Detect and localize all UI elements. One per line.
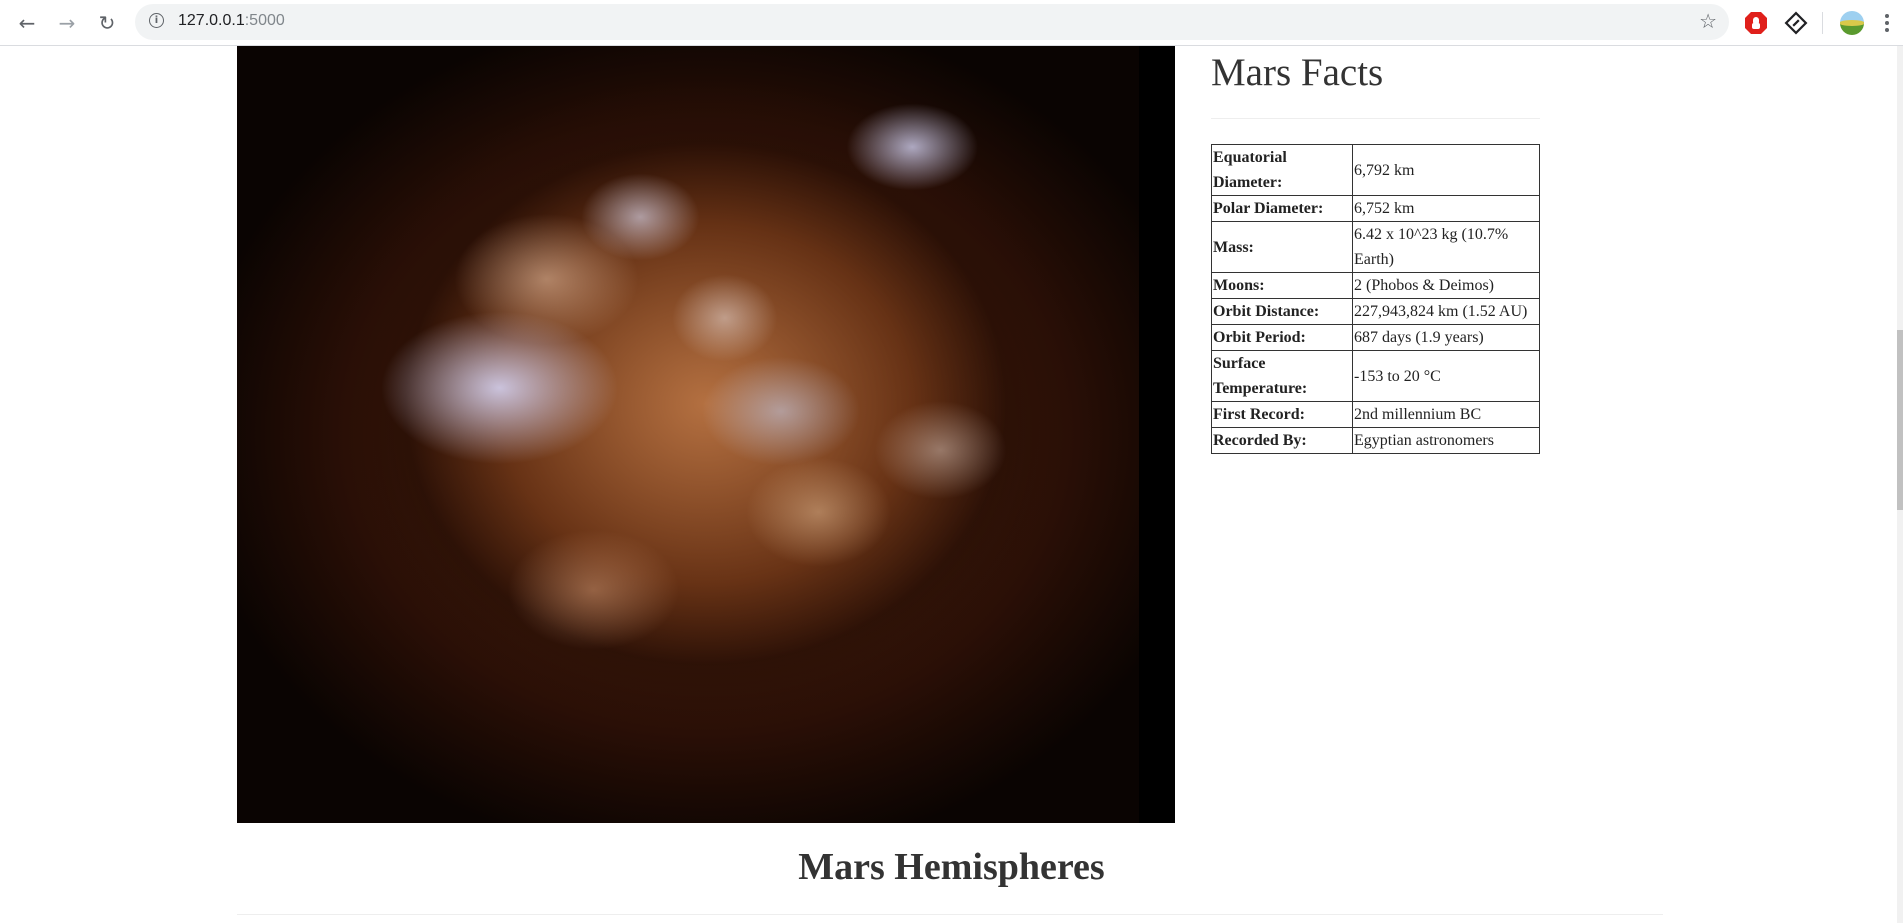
facts-row: Mass: 6.42 x 10^23 kg (10.7% Earth) xyxy=(1211,221,1540,273)
fact-value: 2 (Phobos & Deimos) xyxy=(1352,272,1540,299)
fact-label: Moons: xyxy=(1211,272,1353,299)
info-icon[interactable]: i xyxy=(149,13,164,28)
mars-hemispheres-title: Mars Hemispheres xyxy=(798,846,1105,888)
facts-row: Recorded By: Egyptian astronomers xyxy=(1211,427,1540,454)
fact-label: Polar Diameter: xyxy=(1211,195,1353,222)
facts-row: Surface Temperature: -153 to 20 °C xyxy=(1211,350,1540,402)
extension-stop-icon[interactable] xyxy=(1744,11,1768,35)
fact-label: First Record: xyxy=(1211,401,1353,428)
fact-label: Surface Temperature: xyxy=(1211,350,1353,402)
profile-avatar-icon[interactable] xyxy=(1839,10,1865,36)
url-host: 127.0.0.1 xyxy=(178,12,245,29)
address-bar[interactable]: i 127.0.0.1:5000 ☆ xyxy=(135,4,1729,40)
reload-icon[interactable]: ↻ xyxy=(93,9,121,37)
fact-value: 6,752 km xyxy=(1352,195,1540,222)
fact-value: -153 to 20 °C xyxy=(1352,350,1540,402)
extension-diamond-icon[interactable] xyxy=(1784,11,1808,35)
mars-facts-table: Equatorial Diameter: 6,792 km Polar Diamet… xyxy=(1211,144,1540,454)
browser-toolbar: ← → ↻ i 127.0.0.1:5000 ☆ xyxy=(0,0,1903,46)
url-port: :5000 xyxy=(244,12,285,29)
toolbar-separator xyxy=(1822,12,1823,34)
hemispheres-divider xyxy=(237,914,1663,915)
fact-label: Mass: xyxy=(1211,221,1353,273)
facts-row: Moons: 2 (Phobos & Deimos) xyxy=(1211,272,1540,299)
star-icon[interactable]: ☆ xyxy=(1699,9,1717,33)
facts-divider xyxy=(1211,118,1540,119)
fact-value: 6,792 km xyxy=(1352,144,1540,196)
fact-label: Recorded By: xyxy=(1211,427,1353,454)
facts-row: Polar Diameter: 6,752 km xyxy=(1211,195,1540,222)
url-text[interactable]: 127.0.0.1:5000 xyxy=(178,12,285,30)
facts-row: Orbit Distance: 227,943,824 km (1.52 AU) xyxy=(1211,298,1540,325)
fact-label: Orbit Period: xyxy=(1211,324,1353,351)
fact-value: 227,943,824 km (1.52 AU) xyxy=(1352,298,1540,325)
fact-value: 6.42 x 10^23 kg (10.7% Earth) xyxy=(1352,221,1540,273)
facts-row: First Record: 2nd millennium BC xyxy=(1211,401,1540,428)
fact-value: 2nd millennium BC xyxy=(1352,401,1540,428)
fact-label: Orbit Distance: xyxy=(1211,298,1353,325)
facts-row: Equatorial Diameter: 6,792 km xyxy=(1211,144,1540,196)
featured-mars-image xyxy=(237,46,1175,823)
facts-row: Orbit Period: 687 days (1.9 years) xyxy=(1211,324,1540,351)
back-arrow-icon[interactable]: ← xyxy=(13,9,41,37)
fact-label: Equatorial Diameter: xyxy=(1211,144,1353,196)
scrollbar-thumb[interactable] xyxy=(1897,330,1903,510)
menu-dots-icon[interactable] xyxy=(1884,10,1890,36)
fact-value: Egyptian astronomers xyxy=(1352,427,1540,454)
page-content: Mars Facts Equatorial Diameter: 6,792 km P… xyxy=(0,46,1903,923)
mars-facts-title: Mars Facts xyxy=(1211,51,1384,94)
fact-value: 687 days (1.9 years) xyxy=(1352,324,1540,351)
image-dark-edge xyxy=(1139,46,1175,823)
page-scrollbar[interactable] xyxy=(1897,46,1903,923)
forward-arrow-icon[interactable]: → xyxy=(53,9,81,37)
